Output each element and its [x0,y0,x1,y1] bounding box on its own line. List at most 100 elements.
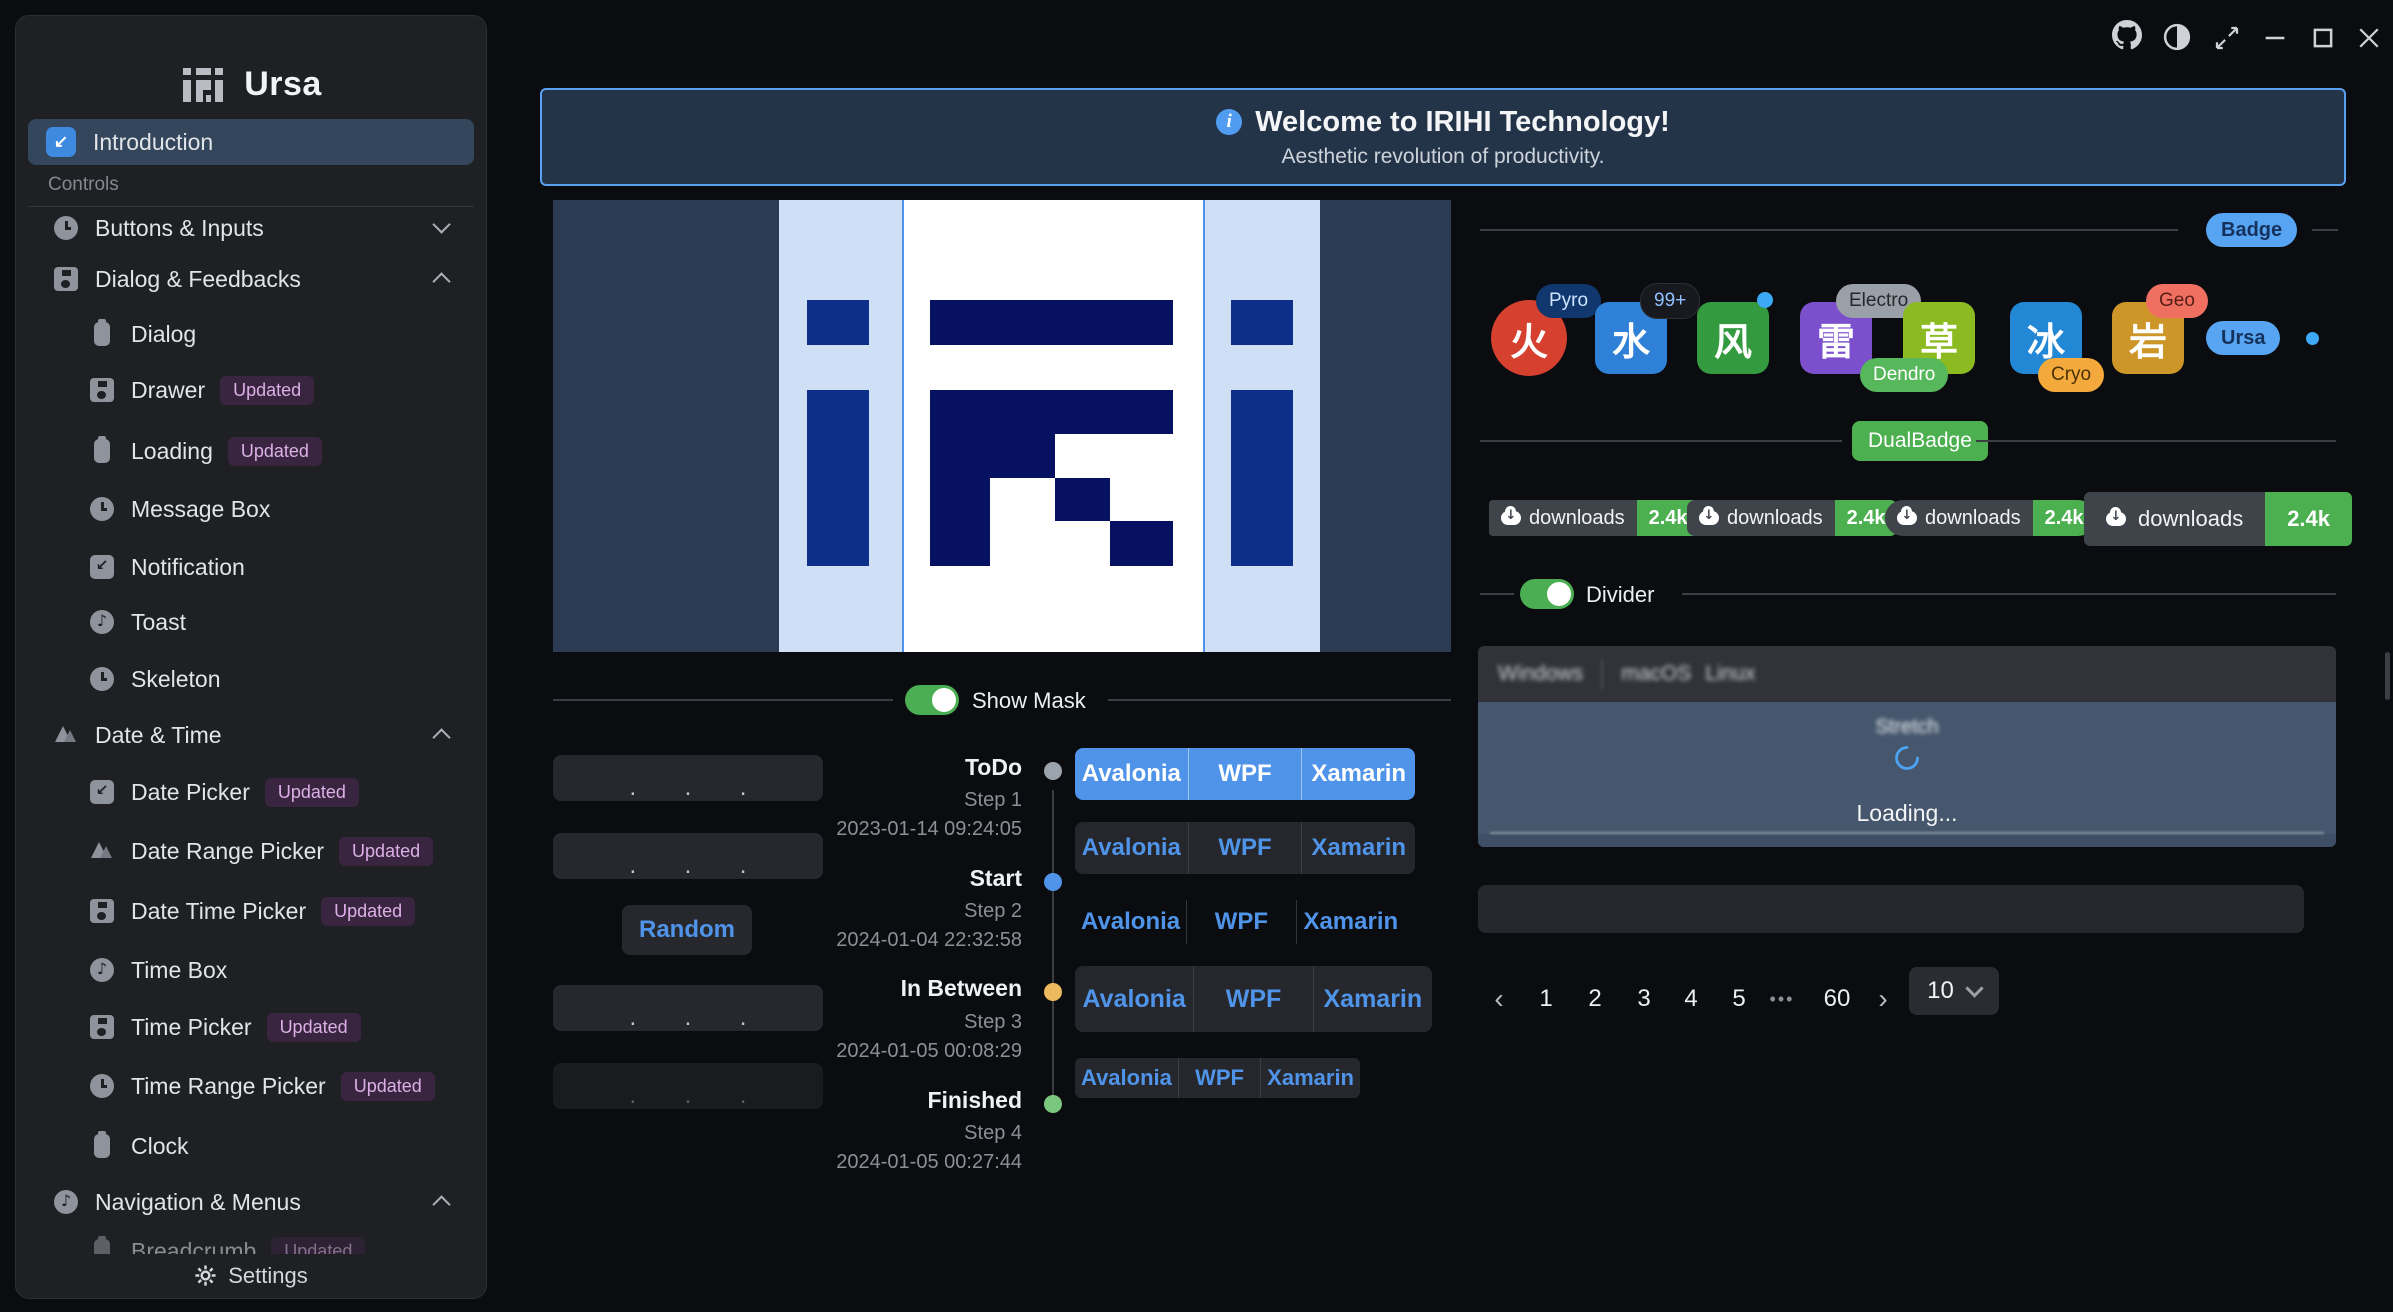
timeline-dot-todo [1044,762,1062,780]
loading-text: Loading... [1478,800,2336,827]
xamarin-button[interactable]: Xamarin [1260,1058,1360,1098]
tab-linux[interactable]: Linux [1705,662,1755,686]
loading-panel-tabs: Windows macOS Linux [1478,646,2336,702]
show-mask-toggle[interactable] [905,685,959,715]
sidebar-item-notification[interactable]: Notification [28,544,474,590]
pagination-page-2[interactable]: 2 [1578,975,1612,1023]
wpf-button[interactable]: WPF [1188,822,1302,874]
github-icon[interactable] [2112,20,2142,50]
sidebar-item-time-picker[interactable]: Time Picker Updated [28,1004,474,1050]
timeline-dot-in-between [1044,983,1062,1001]
page-size-value: 10 [1927,977,1954,1005]
page-size-select[interactable]: 10 [1909,967,1999,1015]
music-note-icon [90,610,114,634]
pagination-ellipsis[interactable]: ••• [1765,975,1799,1023]
timeline-step-label: ToDo [822,754,1022,781]
trees-icon [90,839,114,863]
sidebar-item-date-time-picker[interactable]: Date Time Picker Updated [28,888,474,934]
pagination-prev-button[interactable]: ‹ [1482,975,1516,1023]
sidebar-item-buttons-inputs[interactable]: Buttons & Inputs [28,205,474,251]
avalonia-button[interactable]: Avalonia [1075,966,1193,1032]
divider-toggle[interactable] [1520,579,1574,609]
badge-divider-label: Badge [2206,213,2297,247]
tab-windows[interactable]: Windows [1498,662,1583,686]
timeline-step-label: Start [822,865,1022,892]
sidebar-item-toast[interactable]: Toast [28,599,474,645]
wpf-button[interactable]: WPF [1186,900,1295,944]
clock-icon [90,1074,114,1098]
sidebar-item-drawer[interactable]: Drawer Updated [28,367,474,413]
wpf-button[interactable]: WPF [1188,748,1302,800]
empty-textbox[interactable] [1478,885,2304,933]
pagination-page-1[interactable]: 1 [1529,975,1563,1023]
pagination-page-60[interactable]: 60 [1815,975,1859,1023]
scrollbar-thumb[interactable] [2385,652,2390,700]
ipv4-input-box[interactable]: ... [553,833,823,879]
downloads-count: 2.4k [2265,492,2352,546]
badge-ursa-pill: Ursa [2206,321,2280,355]
battery-icon [94,322,110,346]
pagination-page-5[interactable]: 5 [1722,975,1756,1023]
sidebar-item-date-range-picker[interactable]: Date Range Picker Updated [28,828,474,874]
button-group-solid: Avalonia WPF Xamarin [1075,748,1415,800]
avalonia-button[interactable]: Avalonia [1075,900,1186,944]
updated-badge: Updated [341,1072,435,1101]
xamarin-button[interactable]: Xamarin [1313,966,1432,1032]
sidebar-item-time-range-picker[interactable]: Time Range Picker Updated [28,1063,474,1109]
downloads-badge: downloads 2.4k [1885,500,2096,536]
chevron-down-icon [432,215,450,233]
loading-spinner-icon [1893,744,1921,772]
sidebar-item-date-picker[interactable]: Date Picker Updated [28,769,474,815]
badge-dot-standalone [2306,332,2319,345]
pagination-page-3[interactable]: 3 [1627,975,1661,1023]
pagination-page-4[interactable]: 4 [1674,975,1708,1023]
timeline-step-time: 2024-01-05 00:08:29 [822,1040,1022,1063]
ipv4-input-box[interactable]: ... [553,985,823,1031]
floppy-icon [54,267,78,291]
divider-line [1480,440,1842,442]
maximize-icon[interactable] [2308,23,2338,53]
theme-toggle-icon[interactable] [2162,22,2192,52]
updated-badge: Updated [321,897,415,926]
minimize-icon[interactable] [2260,23,2290,53]
clock-icon [90,667,114,691]
cloud-download-icon [1501,511,1521,525]
timeline-step-time: 2023-01-14 09:24:05 [822,818,1022,841]
app-title: Ursa [244,65,322,104]
random-button[interactable]: Random [622,905,752,955]
sidebar-item-introduction[interactable]: ↙ Introduction [28,119,474,165]
timeline-step-time: 2024-01-05 00:27:44 [822,1151,1022,1174]
element-tile-wind: 风 [1697,302,1769,374]
sidebar-item-dialog-feedbacks[interactable]: Dialog & Feedbacks [28,256,474,302]
controls-section-label: Controls [48,174,119,196]
pagination-next-button[interactable]: › [1866,975,1900,1023]
chevron-up-icon [432,1195,450,1213]
sidebar-item-time-box[interactable]: Time Box [28,947,474,993]
xamarin-button[interactable]: Xamarin [1301,748,1415,800]
xamarin-button[interactable]: Xamarin [1301,822,1415,874]
xamarin-button[interactable]: Xamarin [1296,900,1405,944]
tab-separator [1601,659,1603,689]
updated-badge: Updated [220,376,314,405]
sidebar-item-navigation-menus[interactable]: Navigation & Menus [28,1179,474,1225]
wpf-button[interactable]: WPF [1193,966,1312,1032]
sidebar-item-message-box[interactable]: Message Box [28,486,474,532]
sidebar-item-loading[interactable]: Loading Updated [28,428,474,474]
loading-panel-content: Stretch Loading... [1478,702,2336,847]
wpf-button[interactable]: WPF [1178,1058,1260,1098]
avalonia-button[interactable]: Avalonia [1075,748,1188,800]
settings-button[interactable]: Settings [17,1254,485,1297]
ipv4-input-box[interactable]: ... [553,755,823,801]
avalonia-button[interactable]: Avalonia [1075,1058,1178,1098]
sidebar-item-date-time[interactable]: Date & Time [28,712,474,758]
button-group-dark: Avalonia WPF Xamarin [1075,822,1415,874]
sidebar-item-skeleton[interactable]: Skeleton [28,656,474,702]
gear-icon [194,1264,217,1287]
fullscreen-icon[interactable] [2212,23,2242,53]
badge-count-99plus: 99+ [1640,283,1700,319]
avalonia-button[interactable]: Avalonia [1075,822,1188,874]
close-icon[interactable] [2354,23,2384,53]
sidebar-item-dialog[interactable]: Dialog [28,311,474,357]
tab-macos[interactable]: macOS [1621,662,1691,686]
sidebar-item-clock[interactable]: Clock [28,1123,474,1169]
